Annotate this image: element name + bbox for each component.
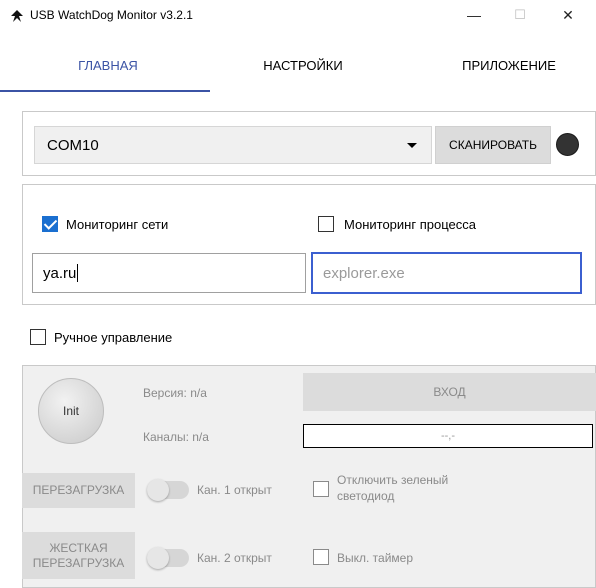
port-select[interactable]: COM10 xyxy=(34,126,432,164)
disable-led-label-line1: Отключить зеленый xyxy=(337,473,449,487)
process-monitoring-checkbox[interactable] xyxy=(318,216,334,232)
maximize-icon: ☐ xyxy=(514,7,526,22)
minimize-button[interactable]: — xyxy=(452,0,496,30)
disable-led-checkbox[interactable] xyxy=(313,481,329,497)
value-display: --,- xyxy=(303,424,593,448)
init-button[interactable]: Init xyxy=(38,378,104,444)
toggle-knob xyxy=(147,547,169,569)
network-monitoring-label: Мониторинг сети xyxy=(66,217,169,232)
manual-control-checkbox[interactable] xyxy=(30,329,46,345)
init-button-label: Init xyxy=(62,404,79,418)
chevron-down-icon xyxy=(407,143,417,148)
port-select-value: COM10 xyxy=(47,136,99,154)
channels-label: Каналы: n/a xyxy=(143,430,209,444)
manual-control-label: Ручное управление xyxy=(54,330,173,345)
enter-button[interactable]: ВХОД xyxy=(303,373,596,411)
process-name-placeholder: explorer.exe xyxy=(323,264,405,282)
text-caret xyxy=(77,264,79,282)
tab-application[interactable]: ПРИЛОЖЕНИЕ xyxy=(454,58,564,73)
timer-off-checkbox[interactable] xyxy=(313,549,329,565)
process-name-input[interactable]: explorer.exe xyxy=(311,252,582,294)
title-bar: USB WatchDog Monitor v3.2.1 — ☐ ✕ xyxy=(0,0,596,30)
channel1-label: Кан. 1 открыт xyxy=(197,483,272,497)
hard-reboot-button[interactable]: ЖЕСТКАЯ ПЕРЕЗАГРУЗКА xyxy=(22,532,135,579)
minimize-icon: — xyxy=(467,7,481,23)
process-monitoring-label: Мониторинг процесса xyxy=(344,217,476,232)
close-button[interactable]: ✕ xyxy=(546,0,590,30)
tab-bar: ГЛАВНАЯ НАСТРОЙКИ ПРИЛОЖЕНИЕ xyxy=(0,46,596,96)
toggle-knob xyxy=(147,479,169,501)
channel1-toggle[interactable] xyxy=(147,479,189,501)
status-led-indicator xyxy=(556,133,579,156)
maximize-button[interactable]: ☐ xyxy=(498,0,542,30)
tab-main[interactable]: ГЛАВНАЯ xyxy=(75,58,141,73)
network-monitoring-checkbox[interactable] xyxy=(42,216,58,232)
active-tab-indicator xyxy=(0,90,210,92)
reboot-button[interactable]: ПЕРЕЗАГРУЗКА xyxy=(22,473,135,508)
hard-reboot-label-line2: ПЕРЕЗАГРУЗКА xyxy=(32,555,125,570)
disable-led-label-line2: светодиод xyxy=(337,489,395,503)
channel2-toggle[interactable] xyxy=(147,547,189,569)
channel2-label: Кан. 2 открыт xyxy=(197,551,272,565)
network-host-input[interactable]: ya.ru xyxy=(32,253,306,293)
app-logo-icon xyxy=(11,10,23,22)
network-host-value: ya.ru xyxy=(43,264,77,282)
disable-led-label: Отключить зеленый светодиод xyxy=(337,472,448,504)
close-icon: ✕ xyxy=(562,6,574,23)
timer-off-label: Выкл. таймер xyxy=(337,551,414,565)
scan-button[interactable]: СКАНИРОВАТЬ xyxy=(435,126,551,164)
version-label: Версия: n/a xyxy=(143,386,207,400)
hard-reboot-label-line1: ЖЕСТКАЯ xyxy=(49,540,108,555)
tab-settings[interactable]: НАСТРОЙКИ xyxy=(258,58,348,73)
window-title: USB WatchDog Monitor v3.2.1 xyxy=(30,8,193,22)
